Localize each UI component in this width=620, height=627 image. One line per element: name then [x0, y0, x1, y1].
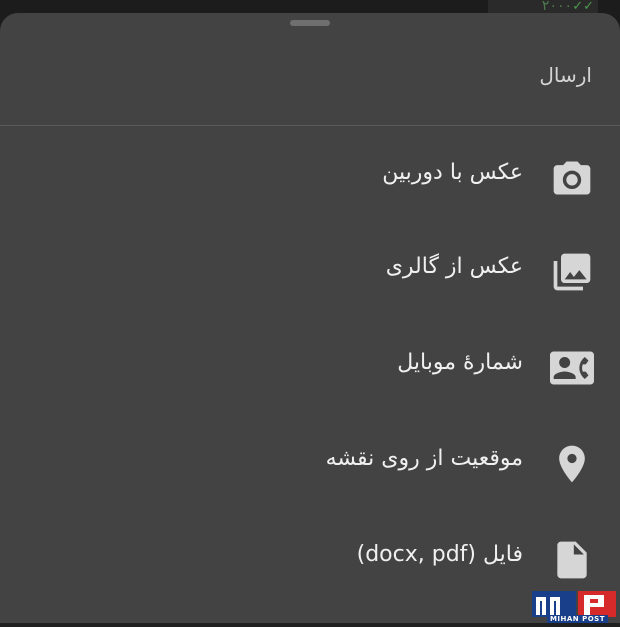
menu-item-label: عکس با دوربین [382, 160, 523, 185]
location-pin-icon [550, 442, 594, 486]
menu-item-label: عکس از گالری [386, 254, 523, 279]
contact-phone-icon [550, 346, 594, 390]
divider [0, 125, 620, 126]
menu-item-mobile-number[interactable]: شمارهٔ موبایل [0, 320, 620, 416]
menu-item-label: فایل (docx, pdf) [357, 542, 523, 567]
menu-item-label: موقعیت از روی نقشه [326, 446, 523, 471]
drag-handle[interactable] [290, 20, 330, 26]
camera-icon [550, 156, 594, 200]
background-message-text: ۲۰۰۰ [542, 0, 572, 14]
sheet-title: ارسال [539, 63, 592, 87]
double-check-icon: ✓✓ [572, 0, 594, 14]
gallery-icon [550, 250, 594, 294]
watermark-text: MIHAN POST [547, 615, 608, 623]
watermark-logo: MIHAN POST [530, 587, 620, 623]
menu-item-file[interactable]: فایل (docx, pdf) [0, 512, 620, 608]
menu-item-label: شمارهٔ موبایل [397, 350, 523, 375]
bottom-sheet: ارسال عکس با دوربین عکس از گالری شمارهٔ … [0, 13, 620, 623]
file-icon [550, 538, 594, 582]
menu-item-gallery[interactable]: عکس از گالری [0, 224, 620, 320]
menu-item-location[interactable]: موقعیت از روی نقشه [0, 416, 620, 512]
menu-item-camera[interactable]: عکس با دوربین [0, 130, 620, 226]
